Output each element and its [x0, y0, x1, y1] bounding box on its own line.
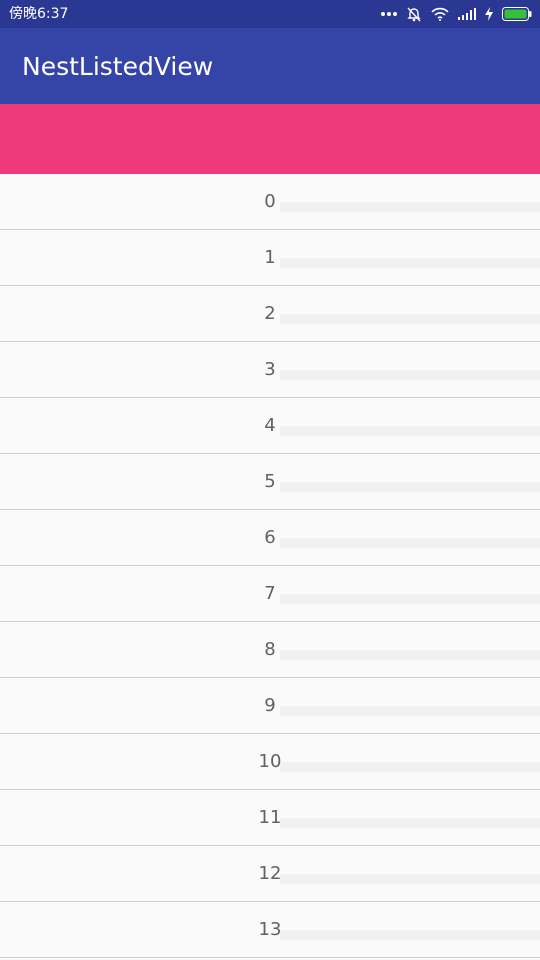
list-item[interactable]: 9 — [0, 678, 540, 734]
list-item-label: 0 — [264, 191, 276, 212]
list-item-label: 11 — [258, 807, 282, 828]
list-item[interactable]: 8 — [0, 622, 540, 678]
app-title: NestListedView — [22, 52, 214, 81]
list-item-label: 10 — [258, 751, 282, 772]
list-item-label: 13 — [258, 919, 282, 940]
list-item[interactable]: 13 — [0, 902, 540, 958]
list-item-label: 7 — [264, 583, 276, 604]
list-item[interactable]: 12 — [0, 846, 540, 902]
list-item-label: 2 — [264, 303, 276, 324]
item-list[interactable]: 0 1 2 3 4 5 6 7 8 9 10 11 12 13 — [0, 174, 540, 960]
wifi-icon — [431, 7, 449, 21]
status-icons — [381, 4, 532, 24]
status-bar: 傍晚6:37 — [0, 0, 540, 28]
list-item-label: 9 — [264, 695, 276, 716]
list-item-label: 1 — [264, 247, 276, 268]
charging-bolt-icon — [485, 7, 493, 21]
list-item-label: 5 — [264, 471, 276, 492]
list-item[interactable]: 2 — [0, 286, 540, 342]
status-time: 傍晚6:37 — [9, 6, 69, 22]
list-item[interactable]: 6 — [0, 510, 540, 566]
list-item-label: 3 — [264, 359, 276, 380]
notifications-off-icon — [406, 6, 422, 22]
list-item[interactable]: 0 — [0, 174, 540, 230]
list-item[interactable]: 4 — [0, 398, 540, 454]
list-item-label: 6 — [264, 527, 276, 548]
list-item[interactable]: 1 — [0, 230, 540, 286]
list-item[interactable]: 5 — [0, 454, 540, 510]
list-item[interactable]: 3 — [0, 342, 540, 398]
list-item-label: 8 — [264, 639, 276, 660]
list-item-label: 12 — [258, 863, 282, 884]
list-item[interactable]: 11 — [0, 790, 540, 846]
header-band — [0, 104, 540, 174]
more-dots-icon — [381, 11, 397, 17]
list-item[interactable]: 10 — [0, 734, 540, 790]
list-item[interactable]: 7 — [0, 566, 540, 622]
list-item-label: 4 — [264, 415, 276, 436]
battery-icon — [502, 7, 532, 21]
signal-icon — [458, 8, 476, 20]
